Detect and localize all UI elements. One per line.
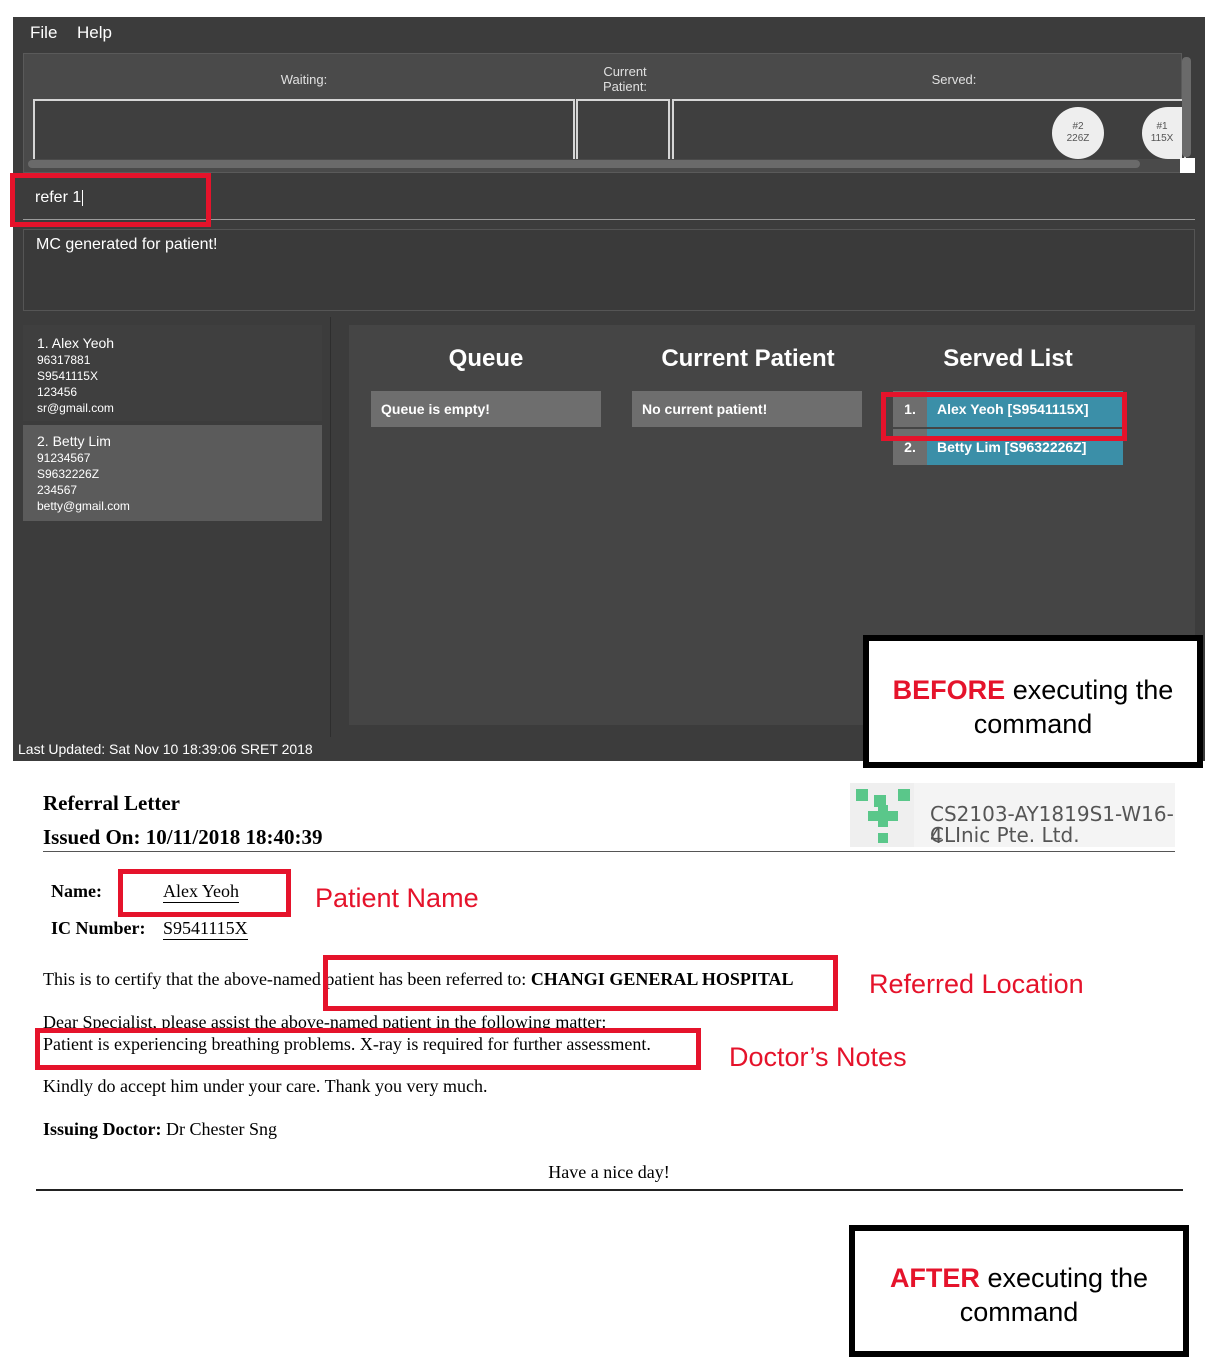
person-ic: S9541115X	[37, 369, 98, 383]
ic-value: S9541115X	[163, 918, 248, 940]
after-note: AFTER executing the command	[849, 1225, 1189, 1357]
current-label-line1: Current	[603, 64, 647, 79]
horizontal-scrollbar[interactable]	[28, 160, 1140, 168]
person-address: 123456	[37, 385, 78, 399]
letter-title: Referral Letter	[43, 791, 180, 815]
token-number: #1	[1156, 121, 1168, 132]
person-email: sr@gmail.com	[37, 401, 114, 415]
closing-text: Have a nice day!	[548, 1162, 670, 1182]
person-ic: S9632226Z	[37, 467, 100, 481]
person-phone: 91234567	[37, 451, 91, 465]
served-list-title: Served List	[943, 345, 1073, 372]
issuing-doctor-name: Dr Chester Sng	[161, 1119, 278, 1139]
person-list[interactable]: 1. Alex Yeoh 96317881 S9541115X 123456 s…	[23, 325, 322, 735]
before-note-text: executing the	[1005, 675, 1174, 705]
panel-divider[interactable]	[330, 317, 331, 737]
token-number: #2	[1072, 121, 1084, 132]
clinic-name-line2: CLInic Pte. Ltd.	[930, 823, 1080, 847]
waiting-box	[33, 99, 575, 159]
before-note-line2: command	[973, 709, 1093, 739]
menu-bar: File Help	[13, 17, 1205, 49]
last-updated-text: Last Updated: Sat Nov 10 18:39:06 SRET 2…	[18, 741, 313, 757]
before-note: BEFORE executing the command	[863, 635, 1203, 768]
queue-display-panel: Waiting: Current Patient: Served: #2 226…	[23, 53, 1186, 173]
letter-issued-date: Issued On: 10/11/2018 18:40:39	[43, 825, 323, 849]
before-note-keyword: BEFORE	[892, 675, 1006, 705]
ic-label: IC Number:	[51, 918, 146, 938]
patient-name-annotation: Patient Name	[315, 883, 479, 913]
after-note-keyword: AFTER	[889, 1263, 980, 1293]
no-current-patient-message: No current patient!	[632, 391, 862, 427]
clinic-cross-icon	[850, 783, 914, 847]
token-code: 115X	[1150, 133, 1174, 144]
referred-location-highlight-box	[323, 955, 838, 1011]
person-email: betty@gmail.com	[37, 499, 130, 513]
doctors-notes-highlight-box	[35, 1028, 701, 1070]
command-highlight-box	[10, 173, 211, 227]
person-name: 1. Alex Yeoh	[37, 335, 115, 351]
person-phone: 96317881	[37, 353, 91, 367]
after-note-text: executing the	[979, 1263, 1149, 1293]
person-card-1[interactable]: 1. Alex Yeoh 96317881 S9541115X 123456 s…	[23, 325, 322, 421]
queue-empty-message: Queue is empty!	[371, 391, 601, 427]
scroll-corner	[1180, 158, 1195, 173]
menu-file[interactable]: File	[30, 23, 57, 43]
person-name: 2. Betty Lim	[37, 433, 111, 449]
person-card-2[interactable]: 2. Betty Lim 91234567 S9632226Z 234567 b…	[23, 425, 322, 521]
after-note-line2: command	[959, 1297, 1079, 1327]
served-row-highlight-box	[881, 392, 1127, 441]
referred-location-annotation: Referred Location	[869, 969, 1084, 999]
doctors-notes-annotation: Doctor’s Notes	[729, 1042, 907, 1072]
person-address: 234567	[37, 483, 78, 497]
kindly-accept-text: Kindly do accept him under your care. Th…	[43, 1076, 488, 1096]
result-text: MC generated for patient!	[36, 236, 218, 253]
issuing-doctor-line: Issuing Doctor: Dr Chester Sng	[43, 1119, 277, 1140]
served-token: #2 226Z	[1052, 107, 1104, 159]
served-box	[672, 99, 1186, 159]
token-code: 226Z	[1066, 133, 1090, 144]
vertical-scrollbar[interactable]	[1182, 57, 1191, 157]
current-label-line2: Patient:	[602, 79, 648, 94]
queue-title: Queue	[448, 345, 524, 372]
issuing-doctor-label: Issuing Doctor:	[43, 1119, 162, 1139]
letter-footer-rule	[36, 1189, 1183, 1191]
letter-header-rule	[43, 851, 1175, 852]
current-patient-title: Current Patient	[661, 345, 835, 372]
name-label: Name:	[51, 881, 102, 901]
served-label: Served:	[931, 72, 977, 87]
menu-help[interactable]: Help	[77, 23, 112, 43]
patient-name-highlight-box	[118, 869, 291, 917]
ic-value-text: S9541115X	[163, 918, 248, 940]
clinic-logo: CS2103-AY1819S1-W16-4 CLInic Pte. Ltd.	[850, 783, 1175, 847]
current-patient-box	[576, 99, 670, 159]
waiting-label: Waiting:	[280, 72, 328, 87]
result-display: MC generated for patient!	[23, 229, 1195, 311]
current-patient-label: Current Patient:	[589, 64, 661, 94]
